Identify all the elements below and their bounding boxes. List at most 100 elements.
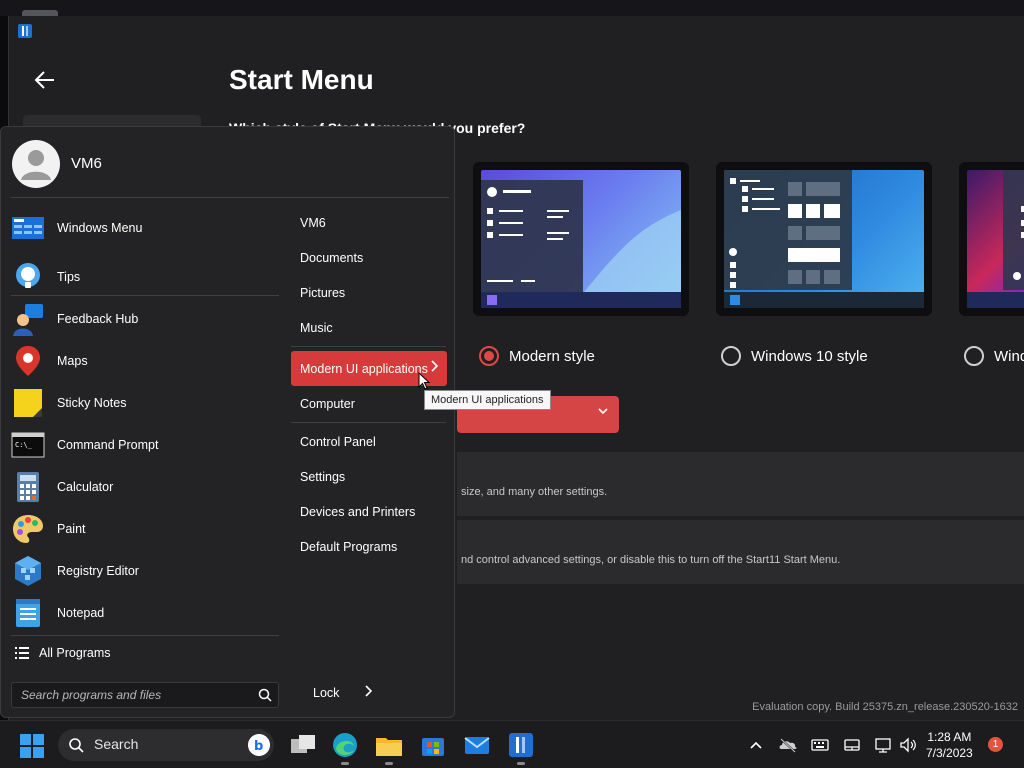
- clock-date: 7/3/2023: [926, 746, 973, 760]
- tips-icon: [16, 263, 40, 288]
- taskbar-clock[interactable]: 1:28 AM 7/3/2023: [926, 729, 973, 761]
- paint-icon: [13, 515, 43, 543]
- search-icon: [69, 738, 84, 753]
- radio-button[interactable]: [964, 346, 984, 366]
- start-menu: VM6 Windows Menu Tips Feedback Hub Maps …: [0, 126, 455, 718]
- app-item-notepad[interactable]: Notepad: [11, 592, 281, 634]
- app-label: Maps: [57, 354, 88, 368]
- taskbar-search[interactable]: Search b: [58, 729, 274, 761]
- app-label: Notepad: [57, 606, 105, 620]
- radio-windows10-style[interactable]: Windows 10 style: [721, 346, 868, 366]
- app-item-windows-menu[interactable]: Windows Menu: [11, 207, 281, 249]
- taskbar: Search b 1:28 AM 7/3/2023 1: [0, 720, 1024, 768]
- settings-panel-enable[interactable]: nd control advanced settings, or disable…: [457, 520, 1024, 584]
- power-options-arrow-icon[interactable]: [363, 684, 373, 702]
- notification-badge[interactable]: 1: [988, 737, 1003, 752]
- divider: [11, 197, 449, 198]
- onedrive-offline-icon[interactable]: [778, 735, 798, 755]
- all-programs-button[interactable]: All Programs: [15, 646, 111, 660]
- task-view-icon[interactable]: [288, 730, 318, 760]
- place-item-music[interactable]: Music: [291, 310, 447, 345]
- windows10-style-preview[interactable]: [716, 162, 932, 316]
- divider: [11, 295, 279, 296]
- radio-label: Modern style: [509, 347, 595, 365]
- app-item-tips[interactable]: Tips: [11, 256, 281, 298]
- place-item-control-panel[interactable]: Control Panel: [291, 424, 447, 459]
- search-icon[interactable]: [258, 688, 272, 702]
- radio-modern-style[interactable]: Modern style: [479, 346, 595, 366]
- windows11-preview-graphic: [967, 170, 1024, 308]
- app-item-calculator[interactable]: Calculator: [11, 466, 281, 508]
- radio-label: Windows 10 style: [751, 347, 868, 365]
- windows11-style-preview[interactable]: [959, 162, 1024, 316]
- user-icon: [21, 150, 51, 180]
- app-label: Paint: [57, 522, 86, 536]
- network-icon[interactable]: [874, 735, 894, 755]
- maps-icon: [16, 346, 40, 376]
- svg-text:C:\_: C:\_: [15, 441, 33, 449]
- app-label: Tips: [57, 270, 81, 284]
- all-programs-label: All Programs: [39, 646, 111, 660]
- app-item-maps[interactable]: Maps: [11, 340, 281, 382]
- registry-editor-icon: [15, 556, 41, 586]
- file-explorer-icon[interactable]: [374, 730, 404, 765]
- place-item-settings[interactable]: Settings: [291, 459, 447, 494]
- running-indicator: [341, 762, 349, 765]
- app-item-registry-editor[interactable]: Registry Editor: [11, 550, 281, 592]
- mail-icon[interactable]: [462, 730, 492, 760]
- divider: [291, 346, 446, 347]
- divider: [11, 635, 279, 636]
- divider: [291, 422, 446, 423]
- place-item-user[interactable]: VM6: [291, 205, 447, 240]
- place-item-documents[interactable]: Documents: [291, 240, 447, 275]
- edge-icon[interactable]: [330, 730, 360, 765]
- app-item-feedback-hub[interactable]: Feedback Hub: [11, 298, 281, 340]
- user-name: VM6: [71, 155, 102, 172]
- modern-preview-graphic: [481, 180, 681, 308]
- svg-text:b: b: [254, 739, 263, 754]
- touchpad-icon[interactable]: [842, 735, 862, 755]
- microsoft-store-icon[interactable]: [418, 730, 448, 760]
- app-item-paint[interactable]: Paint: [11, 508, 281, 550]
- start-search-input[interactable]: [12, 683, 242, 707]
- app-label: Command Prompt: [57, 438, 159, 452]
- windows10-preview-graphic: [724, 170, 924, 308]
- back-arrow-icon[interactable]: [33, 68, 61, 96]
- panel-description: nd control advanced settings, or disable…: [461, 554, 841, 566]
- app-label: Calculator: [57, 480, 114, 494]
- lock-button[interactable]: Lock: [313, 686, 339, 700]
- start11-taskbar-icon[interactable]: [506, 730, 536, 765]
- tooltip: Modern UI applications: [424, 390, 551, 410]
- modern-style-preview[interactable]: [473, 162, 689, 316]
- place-item-pictures[interactable]: Pictures: [291, 275, 447, 310]
- radio-windows11-style[interactable]: Wind: [964, 346, 1024, 366]
- desktop-background: [0, 0, 1024, 16]
- taskbar-search-label: Search: [94, 736, 139, 752]
- settings-panel-configure[interactable]: size, and many other settings.: [457, 452, 1024, 516]
- mouse-cursor-icon: [418, 372, 430, 390]
- radio-button[interactable]: [479, 346, 499, 366]
- evaluation-watermark: Evaluation copy. Build 25375.zn_release.…: [752, 701, 1018, 713]
- place-item-devices-and-printers[interactable]: Devices and Printers: [291, 494, 447, 529]
- panel-description: size, and many other settings.: [461, 486, 608, 498]
- radio-button[interactable]: [721, 346, 741, 366]
- feedback-hub-icon: [13, 304, 43, 336]
- user-avatar[interactable]: [12, 140, 60, 188]
- app-item-sticky-notes[interactable]: Sticky Notes: [11, 382, 281, 424]
- bing-icon[interactable]: b: [248, 734, 270, 756]
- chevron-down-icon: [597, 405, 609, 421]
- start-search-box[interactable]: [11, 682, 279, 708]
- app-item-command-prompt[interactable]: C:\_ Command Prompt: [11, 424, 281, 466]
- running-indicator: [517, 762, 525, 765]
- chevron-up-icon[interactable]: [746, 735, 766, 755]
- chevron-right-icon: [429, 359, 439, 376]
- list-icon: [15, 647, 29, 659]
- sticky-notes-icon: [14, 389, 42, 417]
- notepad-icon: [16, 599, 40, 627]
- pinned-app-list: Windows Menu Tips Feedback Hub Maps Stic…: [11, 207, 281, 634]
- app-label: Registry Editor: [57, 564, 139, 578]
- windows-start-icon[interactable]: [20, 734, 44, 758]
- keyboard-icon[interactable]: [810, 735, 830, 755]
- place-item-default-programs[interactable]: Default Programs: [291, 529, 447, 564]
- volume-icon[interactable]: [898, 735, 918, 755]
